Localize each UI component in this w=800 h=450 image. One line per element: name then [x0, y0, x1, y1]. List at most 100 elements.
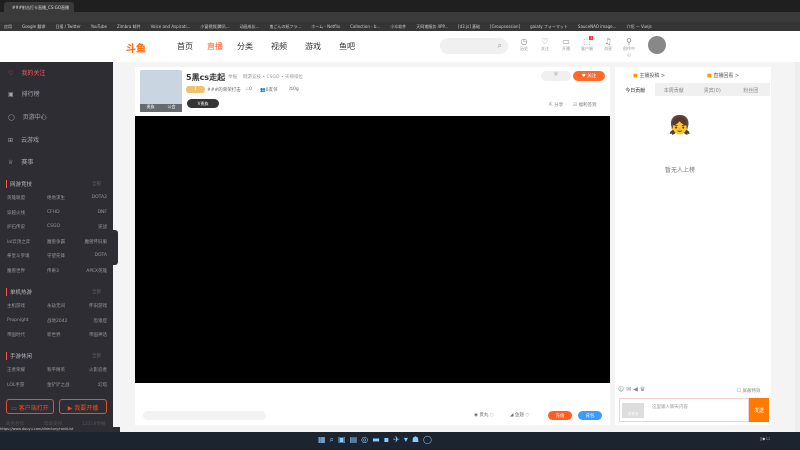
game-link[interactable]: 帝国神话 — [89, 332, 107, 338]
report-link[interactable]: 举报 — [228, 74, 237, 80]
sidebar-button-video[interactable]: ▶ 我要开播 — [59, 399, 107, 414]
game-link[interactable]: CSGO — [47, 224, 60, 229]
chat-tools[interactable]: ☺✉◀♛ — [618, 386, 647, 393]
game-link[interactable]: 怀旧游戏 — [89, 303, 107, 309]
chat-input[interactable]: 未登录 这里输入聊天内容 — [619, 398, 749, 422]
avatar-tab-noble[interactable]: 贵族 — [147, 104, 155, 112]
nav-2[interactable]: 分类 — [237, 41, 253, 52]
nav-1[interactable]: 直播 — [207, 41, 223, 52]
bookmark-item[interactable]: 动画成长... — [240, 24, 260, 29]
streamer-submissions-link[interactable]: ■ 主播投稿 > — [633, 72, 665, 79]
game-link[interactable]: 守望先锋 — [47, 253, 65, 259]
game-link[interactable]: DNF — [98, 210, 107, 215]
game-link[interactable]: 英雄联盟 — [7, 195, 25, 201]
noble-badge[interactable]: V贵族 — [187, 99, 219, 108]
header-follow[interactable]: ♡ 关注 — [538, 37, 552, 52]
section-more-link[interactable]: 全部 — [92, 289, 101, 295]
nav-5[interactable]: 鱼吧 — [339, 41, 355, 52]
header-message[interactable]: ♫ 消息 — [601, 37, 615, 52]
game-link[interactable]: 拳皇斗罗魂 — [7, 253, 30, 259]
bookmark-item[interactable]: 介绍 — Vuejs — [626, 24, 651, 29]
bookmark-item[interactable]: 小窗视频|腾讯... — [200, 24, 229, 29]
currency-option-1[interactable]: ◉ 贵丸 ◌ — [474, 412, 494, 418]
bookmark-item[interactable]: [d3.js] 基础 — [458, 24, 480, 29]
sidebar-item-4[interactable]: ♕ 赛事 — [8, 157, 33, 166]
avatar-tab-guild[interactable]: 公会 — [168, 104, 176, 112]
currency-option-2[interactable]: ◢ 鱼翅 ◌ — [510, 412, 529, 418]
room-category[interactable]: 网游竞技 • CSGO • 天梯排位 — [243, 74, 303, 80]
backpack-button[interactable]: 背包 — [578, 411, 602, 420]
login-avatar[interactable]: 未登录 — [622, 403, 644, 418]
sidebar-button-monitor[interactable]: ▭ 客户端打开 — [6, 399, 54, 414]
bookmark-item[interactable]: 日报 / Twitter — [55, 24, 80, 29]
bookmark-item[interactable]: Google 翻译 — [22, 24, 45, 29]
bookmark-item[interactable]: Voice and Aspirati... — [151, 24, 191, 29]
rank-tab-3[interactable]: 粉丝团 — [732, 83, 771, 96]
bookmark-item[interactable]: 小众软件 — [390, 24, 406, 29]
sidebar-item-1[interactable]: ▣ 排行榜 — [8, 89, 40, 98]
bookmark-item[interactable]: Collection - b... — [350, 24, 380, 29]
bookmark-item[interactable]: gaiaty フォーマット — [530, 24, 568, 29]
taskbar-apps[interactable]: ▦⌕▣▤◎▬▪✈▾☗◯ — [318, 435, 436, 445]
game-link[interactable]: 魔兽争霸 — [47, 239, 65, 245]
nav-3[interactable]: 视频 — [271, 41, 287, 52]
bookmark-item[interactable]: YouTube — [91, 24, 107, 29]
shield-effects-checkbox[interactable]: ☐ 屏蔽特效 — [737, 388, 760, 394]
signin-button[interactable]: ☑ 福利签到 — [573, 102, 596, 108]
nav-4[interactable]: 游戏 — [305, 41, 321, 52]
game-link[interactable]: APEX英雄 — [86, 268, 107, 274]
sidebar-item-3[interactable]: ⊞ 云游戏 — [8, 135, 39, 144]
section-more-link[interactable]: 全部 — [92, 353, 101, 359]
douyu-logo[interactable]: 斗鱼 — [126, 40, 146, 55]
header-open[interactable]: ▭ 开播 — [559, 37, 573, 52]
game-link[interactable]: CFHD — [47, 210, 60, 215]
bookmark-item[interactable]: SauceNAO image... — [578, 24, 617, 29]
header-history[interactable]: ◷ 历史 — [517, 37, 531, 52]
game-link[interactable]: lol云顶之弈 — [7, 239, 30, 245]
settings-toggle[interactable]: ☼ — [541, 71, 571, 81]
game-link[interactable]: 幻塔 — [98, 382, 107, 388]
sidebar-item-0[interactable]: ♡ 我的关注 — [8, 68, 45, 77]
rank-tab-1[interactable]: 本周贡献 — [655, 83, 694, 96]
game-link[interactable]: 逆战 — [98, 224, 107, 230]
search-icon[interactable]: ⌕ — [498, 41, 502, 51]
game-link[interactable]: 主机游戏 — [7, 303, 25, 309]
search-input[interactable]: ⌕ — [440, 38, 508, 54]
game-link[interactable]: 穿越火线 — [7, 210, 25, 216]
game-link[interactable]: 魔兽怀旧服 — [85, 239, 108, 245]
section-more-link[interactable]: 全部 — [92, 181, 101, 187]
sidebar-collapse-handle[interactable] — [113, 230, 118, 265]
game-link[interactable]: 传奇3 — [47, 268, 59, 274]
game-link[interactable]: 炉石传说 — [7, 224, 25, 230]
game-link[interactable]: Propnight — [7, 318, 29, 323]
bookmark-item[interactable]: ホーム - Netflix — [311, 24, 340, 29]
game-link[interactable]: DOTA — [95, 253, 108, 258]
share-button[interactable]: ⇱ 分享 — [549, 102, 563, 108]
game-link[interactable]: 新世界 — [47, 332, 61, 338]
game-link[interactable]: 帝国时代 — [7, 332, 25, 338]
send-button[interactable]: 发送 — [749, 398, 769, 422]
bookmark-item[interactable]: 天网诸服务 4PP... — [416, 24, 448, 29]
game-link[interactable]: 恐鬼症 — [94, 318, 108, 324]
rank-tab-0[interactable]: 今日贡献 — [616, 83, 655, 96]
rank-tab-2[interactable]: 贵宾(0) — [693, 83, 732, 96]
video-player[interactable] — [135, 116, 610, 383]
header-creator[interactable]: ⚲ 创作中心 — [622, 37, 636, 58]
bookmark-item[interactable]: [Groupsession] — [490, 24, 520, 29]
bookmark-item[interactable]: 鬼ごんの紙フラ... — [269, 24, 301, 29]
game-link[interactable]: 魔兽世界 — [7, 268, 25, 274]
follow-button[interactable]: ♥ 关注 — [573, 71, 605, 81]
avatar[interactable] — [648, 36, 666, 54]
page-scrollbar[interactable] — [795, 62, 800, 432]
recharge-button[interactable]: 充值 — [548, 411, 572, 420]
browser-tab[interactable]: ###射击打卡直播_CS:GO直播 — [4, 2, 74, 12]
game-link[interactable]: 绝地求生 — [47, 195, 65, 201]
game-link[interactable]: 和平精英 — [47, 367, 65, 373]
game-link[interactable]: 王者荣耀 — [7, 367, 25, 373]
header-client[interactable]: ⬚ 客户端 1 — [580, 36, 594, 52]
replay-link[interactable]: ■ 直播回看 > — [707, 72, 739, 79]
game-link[interactable]: DOTA2 — [92, 195, 107, 200]
bookmark-item[interactable]: 应用 — [4, 24, 12, 29]
game-link[interactable]: 战地2042 — [47, 318, 67, 324]
game-link[interactable]: LOL手游 — [7, 382, 24, 388]
